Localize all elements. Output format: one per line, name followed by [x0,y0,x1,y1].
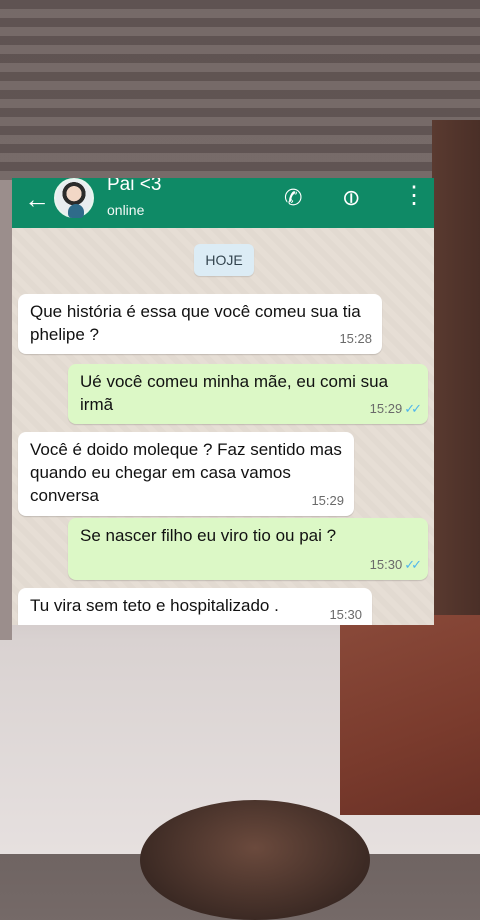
contact-status: online [107,202,145,218]
message-text: Que história é essa que você comeu sua t… [30,302,361,344]
message-time: 15:30 ✓✓ [369,557,422,572]
message-incoming[interactable]: Tu vira sem teto e hospitalizado . 15:30 [18,588,372,625]
phone-icon[interactable]: ✆ [284,184,302,212]
message-text: Ué você comeu minha mãe, eu comi sua irm… [80,372,389,414]
message-outgoing[interactable]: Ué você comeu minha mãe, eu comi sua irm… [68,364,428,424]
background-door [432,120,480,620]
read-ticks-icon: ✓✓ [404,557,422,572]
message-time: 15:29 ✓✓ [369,401,422,416]
arrow-left-icon[interactable]: ← [24,184,50,214]
background-blinds [0,0,480,180]
chat-screenshot: ← Pai <3 online ✆ ⊘ ⋮ HOJE Que história … [12,178,434,625]
message-text: Tu vira sem teto e hospitalizado . [30,596,279,615]
message-text: Você é doido moleque ? Faz sentido mas q… [30,440,342,505]
message-time: 15:29 [311,493,344,508]
contact-name[interactable]: Pai <3 [107,178,161,196]
message-text: Se nascer filho eu viro tio ou pai ? [80,526,337,545]
background-wall [0,180,12,640]
more-vertical-icon[interactable]: ⋮ [402,182,426,210]
message-outgoing[interactable]: Se nascer filho eu viro tio ou pai ? 15:… [68,518,428,580]
background-desk [340,615,480,815]
background-person-head [140,800,370,920]
message-incoming[interactable]: Que história é essa que você comeu sua t… [18,294,382,354]
chat-header: ← Pai <3 online ✆ ⊘ ⋮ [12,178,434,228]
read-ticks-icon: ✓✓ [404,401,422,416]
date-chip: HOJE [194,244,254,276]
message-time: 15:30 [329,607,362,622]
message-incoming[interactable]: Você é doido moleque ? Faz sentido mas q… [18,432,354,516]
paperclip-icon[interactable]: ⊘ [335,182,368,215]
avatar[interactable] [54,178,94,218]
message-time: 15:28 [339,331,372,346]
